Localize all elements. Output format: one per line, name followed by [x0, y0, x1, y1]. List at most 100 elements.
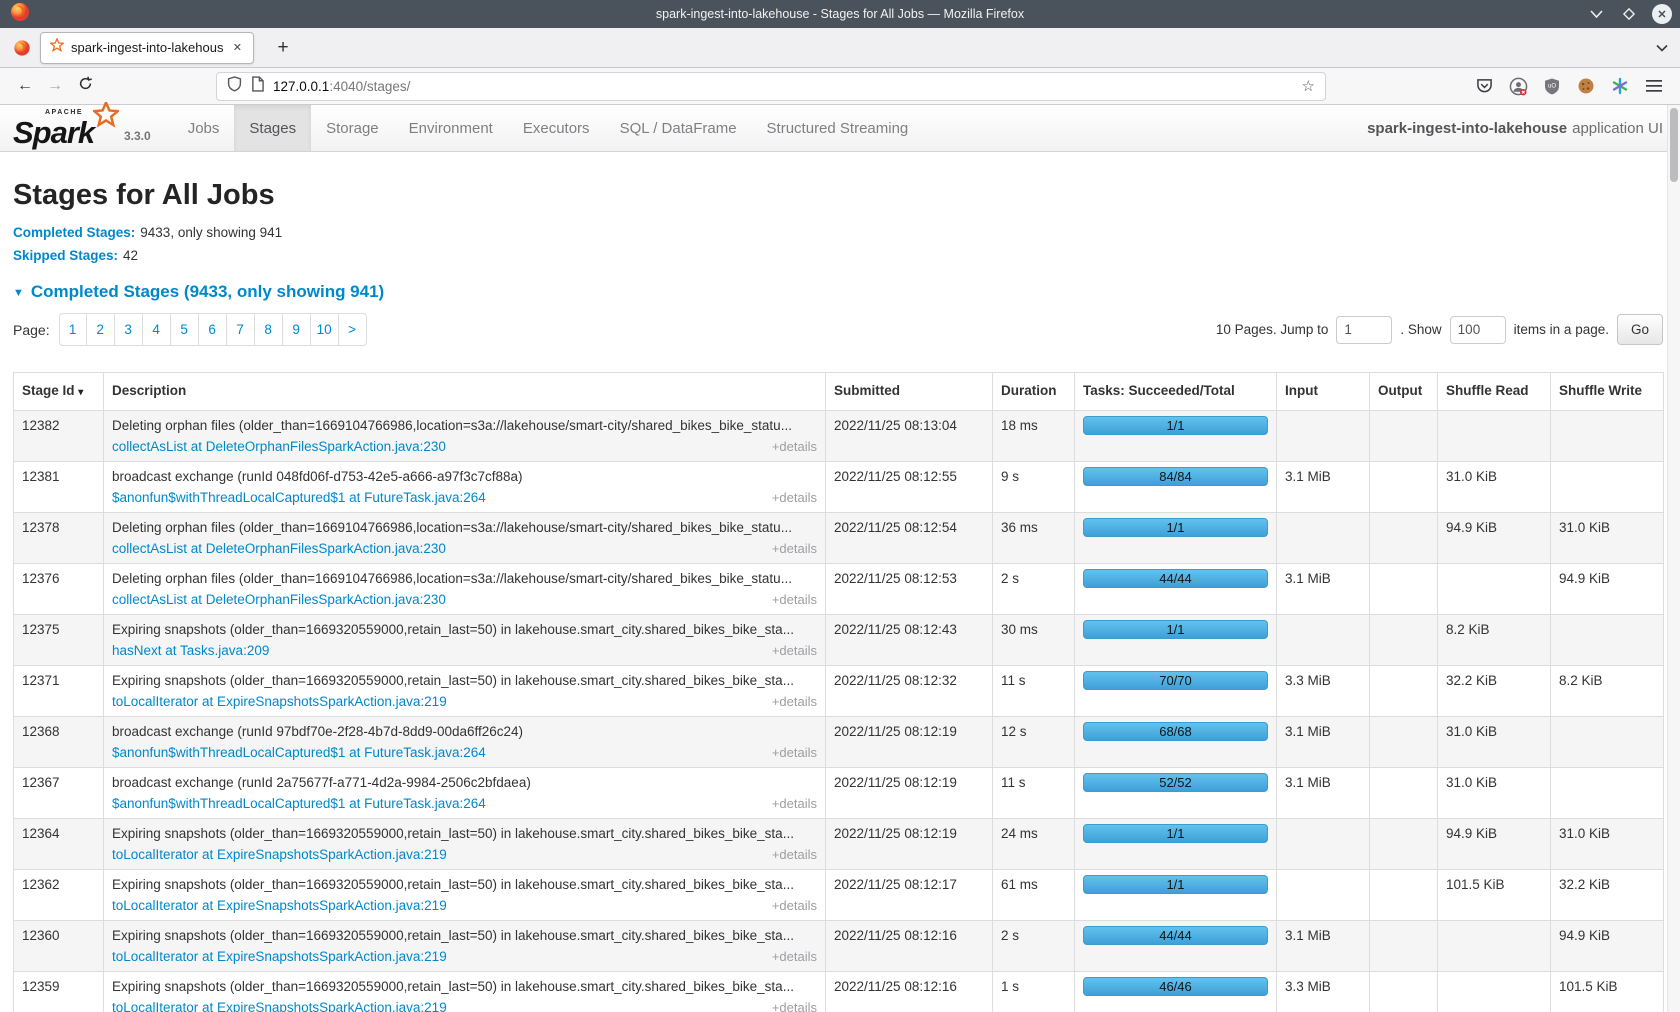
- stage-id-cell: 12360: [14, 921, 104, 972]
- stage-callsite-link[interactable]: collectAsList at DeleteOrphanFilesSparkA…: [112, 436, 446, 457]
- stage-callsite-link[interactable]: toLocalIterator at ExpireSnapshotsSparkA…: [112, 946, 447, 967]
- details-toggle[interactable]: +details: [772, 946, 817, 967]
- stage-callsite-link[interactable]: toLocalIterator at ExpireSnapshotsSparkA…: [112, 895, 447, 916]
- page-button-9[interactable]: 9: [283, 313, 311, 346]
- details-toggle[interactable]: +details: [772, 691, 817, 712]
- col-header-tasks[interactable]: Tasks: Succeeded/Total: [1075, 373, 1277, 411]
- menu-hamburger-icon[interactable]: [1642, 74, 1666, 98]
- page-next-button[interactable]: >: [339, 313, 367, 346]
- nav-tab-structured-streaming[interactable]: Structured Streaming: [752, 105, 924, 151]
- list-tabs-icon[interactable]: [1656, 44, 1668, 52]
- nav-tab-environment[interactable]: Environment: [394, 105, 508, 151]
- tasks-progress-bar: 70/70: [1083, 671, 1268, 690]
- details-toggle[interactable]: +details: [772, 793, 817, 814]
- nav-tab-jobs[interactable]: Jobs: [173, 105, 235, 151]
- col-header-stage-id[interactable]: Stage Id ▾: [14, 373, 104, 411]
- spark-version: 3.3.0: [124, 129, 151, 146]
- tasks-progress-bar: 44/44: [1083, 926, 1268, 945]
- ublock-origin-icon[interactable]: uO: [1540, 74, 1564, 98]
- page-button-4[interactable]: 4: [143, 313, 171, 346]
- details-toggle[interactable]: +details: [772, 589, 817, 610]
- page-info-icon[interactable]: [251, 76, 264, 97]
- duration-cell: 11 s: [993, 768, 1075, 819]
- input-cell: [1277, 819, 1370, 870]
- page-button-6[interactable]: 6: [199, 313, 227, 346]
- page-button-8[interactable]: 8: [255, 313, 283, 346]
- forward-button[interactable]: →: [40, 77, 70, 95]
- tasks-progress: 1/1: [1083, 416, 1268, 435]
- description-line2: toLocalIterator at ExpireSnapshotsSparkA…: [112, 844, 817, 865]
- browser-tab[interactable]: spark-ingest-into-lakehous ✕: [40, 32, 254, 64]
- shield-icon[interactable]: [227, 76, 242, 97]
- go-button[interactable]: Go: [1617, 314, 1663, 345]
- nav-tab-storage[interactable]: Storage: [311, 105, 394, 151]
- stage-callsite-link[interactable]: $anonfun$withThreadLocalCaptured$1 at Fu…: [112, 742, 486, 763]
- table-row: 12382Deleting orphan files (older_than=1…: [14, 411, 1664, 462]
- stage-callsite-link[interactable]: toLocalIterator at ExpireSnapshotsSparkA…: [112, 691, 447, 712]
- stage-callsite-link[interactable]: hasNext at Tasks.java:209: [112, 640, 269, 661]
- details-toggle[interactable]: +details: [772, 487, 817, 508]
- page-button-3[interactable]: 3: [115, 313, 143, 346]
- url-text[interactable]: 127.0.0.1:4040/stages/: [273, 79, 1293, 94]
- col-header-shuffle-read[interactable]: Shuffle Read: [1438, 373, 1551, 411]
- stage-callsite-link[interactable]: collectAsList at DeleteOrphanFilesSparkA…: [112, 589, 446, 610]
- window-maximize-button[interactable]: [1619, 4, 1639, 24]
- description-line2: toLocalIterator at ExpireSnapshotsSparkA…: [112, 895, 817, 916]
- pocket-icon[interactable]: [1472, 74, 1496, 98]
- completed-stages-link[interactable]: Completed Stages:: [13, 225, 135, 240]
- nav-tab-sql-dataframe[interactable]: SQL / DataFrame: [605, 105, 752, 151]
- tab-close-icon[interactable]: ✕: [231, 41, 244, 54]
- col-header-shuffle-write[interactable]: Shuffle Write: [1551, 373, 1664, 411]
- stage-callsite-link[interactable]: toLocalIterator at ExpireSnapshotsSparkA…: [112, 844, 447, 865]
- col-header-output[interactable]: Output: [1370, 373, 1438, 411]
- stage-callsite-link[interactable]: collectAsList at DeleteOrphanFilesSparkA…: [112, 538, 446, 559]
- output-cell: [1370, 768, 1438, 819]
- tasks-cell: 46/46: [1075, 972, 1277, 1012]
- nav-tab-stages[interactable]: Stages: [234, 105, 311, 151]
- page-button-7[interactable]: 7: [227, 313, 255, 346]
- submitted-cell: 2022/11/25 08:12:19: [826, 819, 993, 870]
- jump-to-input[interactable]: [1336, 316, 1392, 344]
- nav-tab-executors[interactable]: Executors: [508, 105, 605, 151]
- description-cell: Deleting orphan files (older_than=166910…: [104, 513, 826, 564]
- show-items-input[interactable]: [1450, 316, 1506, 344]
- back-button[interactable]: ←: [10, 77, 40, 95]
- col-header-input[interactable]: Input: [1277, 373, 1370, 411]
- page-button-10[interactable]: 10: [311, 313, 339, 346]
- duration-cell: 2 s: [993, 564, 1075, 615]
- shuffle-write-cell: 8.2 KiB: [1551, 666, 1664, 717]
- page-button-2[interactable]: 2: [87, 313, 115, 346]
- window-minimize-button[interactable]: [1586, 4, 1606, 24]
- url-bar[interactable]: 127.0.0.1:4040/stages/ ☆: [216, 72, 1326, 101]
- spark-logo[interactable]: APACHE Spark 3.3.0: [13, 105, 157, 151]
- col-header-duration[interactable]: Duration: [993, 373, 1075, 411]
- page-button-5[interactable]: 5: [171, 313, 199, 346]
- details-toggle[interactable]: +details: [772, 640, 817, 661]
- tasks-cell: 70/70: [1075, 666, 1277, 717]
- skipped-stages-link[interactable]: Skipped Stages:: [13, 248, 118, 263]
- sync-asterisk-extension-icon[interactable]: [1608, 74, 1632, 98]
- stage-callsite-link[interactable]: $anonfun$withThreadLocalCaptured$1 at Fu…: [112, 487, 486, 508]
- details-toggle[interactable]: +details: [772, 538, 817, 559]
- reload-button[interactable]: [70, 76, 100, 96]
- new-tab-button[interactable]: +: [269, 37, 297, 59]
- window-close-button[interactable]: ✕: [1652, 4, 1672, 24]
- details-toggle[interactable]: +details: [772, 436, 817, 457]
- completed-stages-section-toggle[interactable]: ▼ Completed Stages (9433, only showing 9…: [13, 282, 1663, 302]
- details-toggle[interactable]: +details: [772, 742, 817, 763]
- details-toggle[interactable]: +details: [772, 844, 817, 865]
- col-header-description[interactable]: Description: [104, 373, 826, 411]
- details-toggle[interactable]: +details: [772, 895, 817, 916]
- firefox-view-icon[interactable]: [10, 39, 34, 57]
- bookmark-star-icon[interactable]: ☆: [1302, 77, 1315, 95]
- cookie-extension-icon[interactable]: [1574, 74, 1598, 98]
- page-button-1[interactable]: 1: [59, 313, 87, 346]
- account-extension-icon[interactable]: [1506, 74, 1530, 98]
- stage-callsite-link[interactable]: $anonfun$withThreadLocalCaptured$1 at Fu…: [112, 793, 486, 814]
- stage-callsite-link[interactable]: toLocalIterator at ExpireSnapshotsSparkA…: [112, 997, 447, 1012]
- description-line2: collectAsList at DeleteOrphanFilesSparkA…: [112, 436, 817, 457]
- stage-description: broadcast exchange (runId 2a75677f-a771-…: [112, 772, 817, 793]
- scrollbar-thumb[interactable]: [1670, 108, 1678, 182]
- col-header-submitted[interactable]: Submitted: [826, 373, 993, 411]
- details-toggle[interactable]: +details: [772, 997, 817, 1012]
